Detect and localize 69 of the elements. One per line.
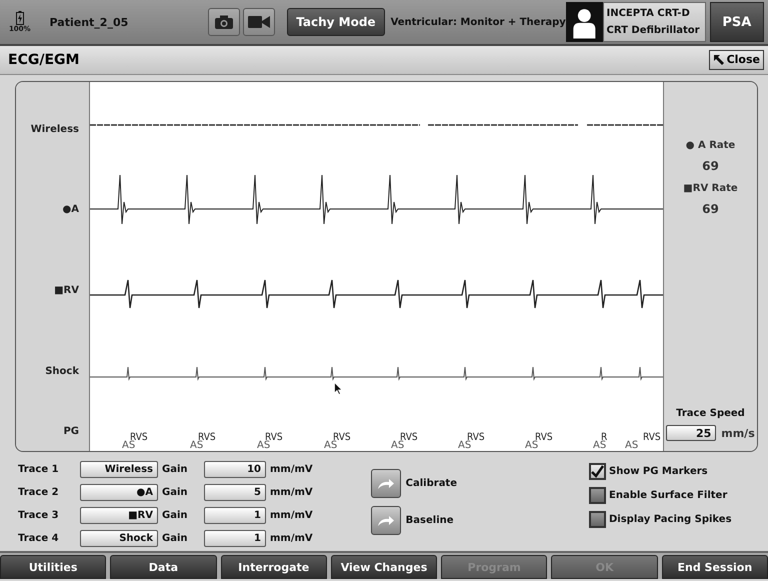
checkbox[interactable] — [589, 487, 606, 504]
gain-label: Gain — [162, 487, 189, 498]
gain-unit: mm/mV — [270, 533, 313, 544]
checkbox[interactable] — [589, 463, 606, 480]
tachy-mode-button[interactable]: Tachy Mode — [287, 8, 385, 36]
gain-field[interactable]: 10 — [204, 461, 266, 478]
mouse-pointer-icon — [334, 382, 343, 395]
rate-label: ● A Rate — [686, 140, 736, 151]
gain-unit: mm/mV — [270, 464, 313, 475]
trace-speed-label: Trace Speed — [676, 408, 745, 419]
gain-field[interactable]: 1 — [204, 507, 266, 524]
curved-arrow-icon — [376, 514, 395, 526]
trace-number-label: Trace 3 — [18, 510, 60, 521]
nav-button[interactable]: Data — [110, 555, 217, 579]
rate-value: 69 — [702, 158, 719, 173]
gain-label: Gain — [162, 533, 189, 544]
person-icon — [566, 2, 602, 42]
gain-label: Gain — [162, 464, 189, 475]
trace-label: ●A — [62, 204, 79, 216]
rate-label: ■RV Rate — [683, 182, 738, 194]
pg-marker: AS — [190, 440, 204, 451]
pg-marker: AS — [257, 440, 270, 451]
trace-source-dropdown[interactable]: ■RV — [80, 507, 158, 524]
video-button[interactable] — [243, 8, 276, 36]
gain-label: Gain — [162, 510, 189, 521]
camera-button[interactable] — [208, 8, 240, 36]
device-model: INCEPTA CRT-D — [606, 7, 691, 21]
arrow-icon — [712, 54, 725, 66]
patient-name: Patient_2_05 — [50, 16, 128, 28]
calibrate-button[interactable]: Calibrate — [370, 469, 457, 498]
close-button[interactable]: Close — [708, 50, 764, 70]
checkbox-label: Enable Surface Filter — [609, 490, 728, 501]
trace-label: PG — [63, 426, 79, 437]
nav-button[interactable]: Utilities — [0, 555, 106, 579]
camera-icon — [214, 14, 234, 30]
trace-source-dropdown[interactable]: Wireless — [80, 461, 158, 478]
trace-source-dropdown[interactable]: ●A — [80, 484, 158, 501]
pg-marker: AS — [625, 440, 638, 451]
nav-button[interactable]: View Changes — [330, 555, 438, 579]
trace-label: ■RV — [54, 285, 79, 296]
pg-marker: AS — [122, 440, 136, 451]
trace-number-label: Trace 1 — [18, 464, 60, 475]
trace-number-label: Trace 2 — [18, 487, 60, 498]
nav-button[interactable]: End Session — [662, 555, 768, 579]
trace-label: Wireless — [30, 124, 79, 136]
trace-source-dropdown[interactable]: Shock — [80, 530, 158, 547]
rate-value: 69 — [702, 202, 719, 216]
gain-field[interactable]: 5 — [204, 484, 266, 501]
checkbox-label: Display Pacing Spikes — [609, 514, 732, 525]
panel-title: ECG/EGM — [8, 52, 80, 68]
gain-unit: mm/mV — [270, 487, 313, 498]
checkbox-label: Show PG Markers — [609, 466, 708, 477]
baseline-button[interactable]: Baseline — [370, 506, 457, 535]
mode-status: Ventricular: Monitor + Therapy — [390, 16, 566, 28]
device-type: CRT Defibrillator — [606, 24, 701, 38]
speed-unit: mm/s — [721, 426, 755, 440]
checkbox[interactable] — [589, 511, 606, 528]
gain-field[interactable]: 1 — [204, 530, 266, 547]
pg-marker: RVS — [643, 432, 661, 443]
trace-label: Shock — [45, 366, 79, 378]
video-camera-icon — [248, 15, 270, 29]
psa-button[interactable]: PSA — [710, 2, 764, 42]
trace-speed-field[interactable]: 25 — [666, 425, 716, 441]
gain-unit: mm/mV — [270, 510, 313, 521]
nav-button[interactable]: Interrogate — [220, 555, 327, 579]
curved-arrow-icon — [376, 478, 395, 490]
battery-icon — [16, 11, 24, 25]
trace-number-label: Trace 4 — [18, 533, 60, 544]
pg-marker: AS — [593, 440, 606, 451]
